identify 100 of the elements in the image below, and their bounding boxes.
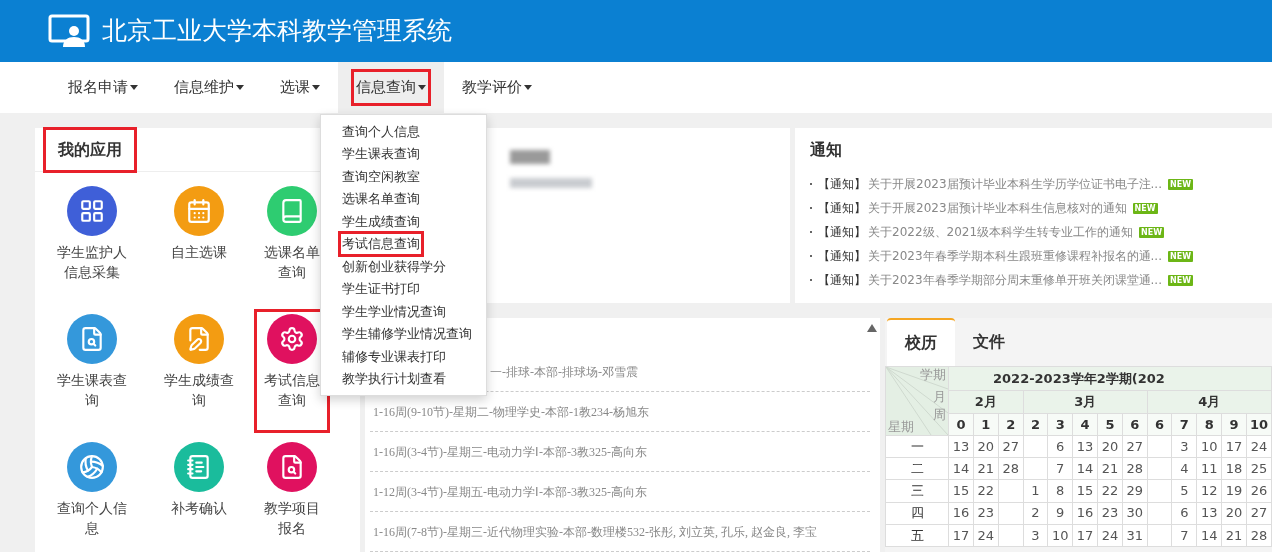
date-cell: 17: [1225, 438, 1243, 454]
date-cell: 11: [1200, 461, 1218, 477]
date-cell: 21: [1225, 527, 1243, 543]
date-cell: 9: [1056, 505, 1065, 521]
grid-icon: [78, 198, 105, 224]
notice-link[interactable]: 关于2023年春季学期本科生跟班重修课程补报名的通...: [868, 247, 1162, 265]
caret-icon: [312, 85, 320, 90]
week-number: 4: [1080, 416, 1090, 432]
date-cell: 23: [977, 505, 995, 521]
nav-menu[interactable]: 信息查询: [338, 62, 444, 113]
date-cell: 10: [1051, 527, 1069, 543]
term-title: 2022-2023学年2学期(202: [993, 370, 1165, 386]
week-number: 1: [981, 416, 991, 432]
date-cell: 20: [1101, 438, 1119, 454]
app-label: 选课名单查询: [263, 243, 321, 282]
nav-menu[interactable]: 教学评价: [444, 62, 550, 113]
date-cell: 27: [1126, 438, 1144, 454]
date-cell: 7: [1056, 461, 1065, 477]
date-cell: 23: [1101, 505, 1119, 521]
date-cell: 29: [1126, 483, 1144, 499]
date-cell: 16: [952, 505, 970, 521]
weekday-label: 四: [910, 505, 924, 521]
app-label: 自主选课: [169, 243, 228, 262]
week-number: 0: [956, 416, 966, 432]
course-entry: 1-16周(3-4节)-星期三-电动力学Ⅰ-本部-3教325-高向东: [373, 443, 647, 461]
app-label: 学生课表查询: [55, 371, 128, 410]
date-cell: 15: [952, 483, 970, 499]
dropdown-item[interactable]: 创新创业获得学分: [341, 256, 447, 276]
diagonal-lines-drawing: [886, 367, 948, 435]
notice-link[interactable]: 关于2023年春季学期部分周末重修单开班关闭课堂通...: [868, 271, 1162, 289]
dropdown-item[interactable]: 选课名单查询: [341, 189, 421, 209]
new-badge: NEW: [1132, 202, 1158, 214]
date-cell: 21: [1101, 461, 1119, 477]
week-number: 2: [1030, 416, 1040, 432]
dropdown-item[interactable]: 学生证书打印: [341, 279, 421, 299]
date-cell: 6: [1056, 438, 1065, 454]
week-number: 8: [1204, 416, 1214, 432]
date-cell: 31: [1126, 527, 1144, 543]
date-cell: 24: [1250, 438, 1268, 454]
app-tile[interactable]: 考试信息查询: [257, 312, 327, 430]
app-tile[interactable]: 选课名单查询: [257, 184, 327, 302]
calendar-tab[interactable]: 文件: [955, 318, 1023, 366]
dropdown-item[interactable]: 学生辅修学业情况查询: [341, 324, 473, 344]
date-cell: 1: [1031, 483, 1040, 499]
dropdown-item[interactable]: 考试信息查询: [341, 234, 421, 254]
logo-icon: [48, 14, 90, 48]
notice-link[interactable]: 关于开展2023届预计毕业本科生学历学位证书电子注...: [868, 175, 1162, 193]
app-tile[interactable]: 学生课表查询: [38, 312, 145, 430]
corner-label: 星期: [888, 419, 914, 435]
notice-link[interactable]: 关于开展2023届预计毕业本科生信息核对的通知: [868, 199, 1127, 217]
date-cell: 28: [1126, 461, 1144, 477]
date-cell: 24: [1101, 527, 1119, 543]
caret-icon: [236, 85, 244, 90]
notebook-icon: [185, 454, 212, 480]
date-cell: 12: [1200, 483, 1218, 499]
dropdown-item[interactable]: 学生课表查询: [341, 144, 421, 164]
document-search-icon: [279, 454, 305, 480]
app-tile[interactable]: 自主选课: [145, 184, 252, 302]
date-cell: 21: [977, 461, 995, 477]
app-tile[interactable]: 学生监护人信息采集: [38, 184, 145, 302]
date-cell: 17: [1076, 527, 1094, 543]
new-badge: NEW: [1168, 274, 1193, 286]
date-cell: 6: [1180, 505, 1189, 521]
calendar-tab[interactable]: 校历: [887, 318, 955, 366]
date-cell: 19: [1225, 483, 1243, 499]
month-header: 4月: [1198, 394, 1221, 410]
app-tile[interactable]: 补考确认: [145, 440, 252, 552]
app-label: 学生监护人信息采集: [55, 243, 128, 282]
date-cell: 15: [1076, 483, 1094, 499]
caret-icon: [130, 85, 138, 90]
dropdown-item[interactable]: 查询空闲教室: [341, 166, 421, 186]
date-cell: 4: [1180, 461, 1189, 477]
date-cell: 14: [1200, 527, 1218, 543]
week-number: 2: [1006, 416, 1016, 432]
new-badge: NEW: [1168, 250, 1193, 262]
date-cell: 3: [1031, 527, 1040, 543]
notice-link[interactable]: 关于2022级、2021级本科学生转专业工作的通知: [868, 223, 1134, 241]
scroll-up-icon[interactable]: [867, 324, 877, 332]
date-cell: 26: [1250, 483, 1268, 499]
nav-menu[interactable]: 信息维护: [156, 62, 262, 113]
app-tile[interactable]: 教学项目报名: [257, 440, 327, 552]
week-number: 6: [1155, 416, 1165, 432]
date-cell: 2: [1031, 505, 1040, 521]
app-tile[interactable]: 查询个人信息: [38, 440, 145, 552]
dropdown-item[interactable]: 辅修专业课表打印: [341, 346, 447, 366]
app-tile[interactable]: 学生成绩查询: [145, 312, 252, 430]
nav-menu[interactable]: 选课: [262, 62, 338, 113]
date-cell: 24: [977, 527, 995, 543]
dropdown-item[interactable]: 学生成绩查询: [341, 211, 421, 231]
date-cell: 30: [1126, 505, 1144, 521]
nav-menu[interactable]: 报名申请: [50, 62, 156, 113]
date-cell: 7: [1180, 527, 1189, 543]
panel-title: 我的应用: [43, 126, 137, 173]
app-label: 教学项目报名: [263, 499, 321, 538]
dropdown-item[interactable]: 查询个人信息: [341, 121, 421, 141]
dropdown-item[interactable]: 学生学业情况查询: [341, 301, 447, 321]
notice-tag: 【通知】: [818, 271, 866, 289]
course-entry: 1-12周(3-4节)-星期五-电动力学Ⅰ-本部-3教325-高向东: [373, 483, 647, 501]
dropdown-item[interactable]: 教学执行计划查看: [341, 369, 447, 389]
corner-label: 周: [933, 407, 946, 423]
